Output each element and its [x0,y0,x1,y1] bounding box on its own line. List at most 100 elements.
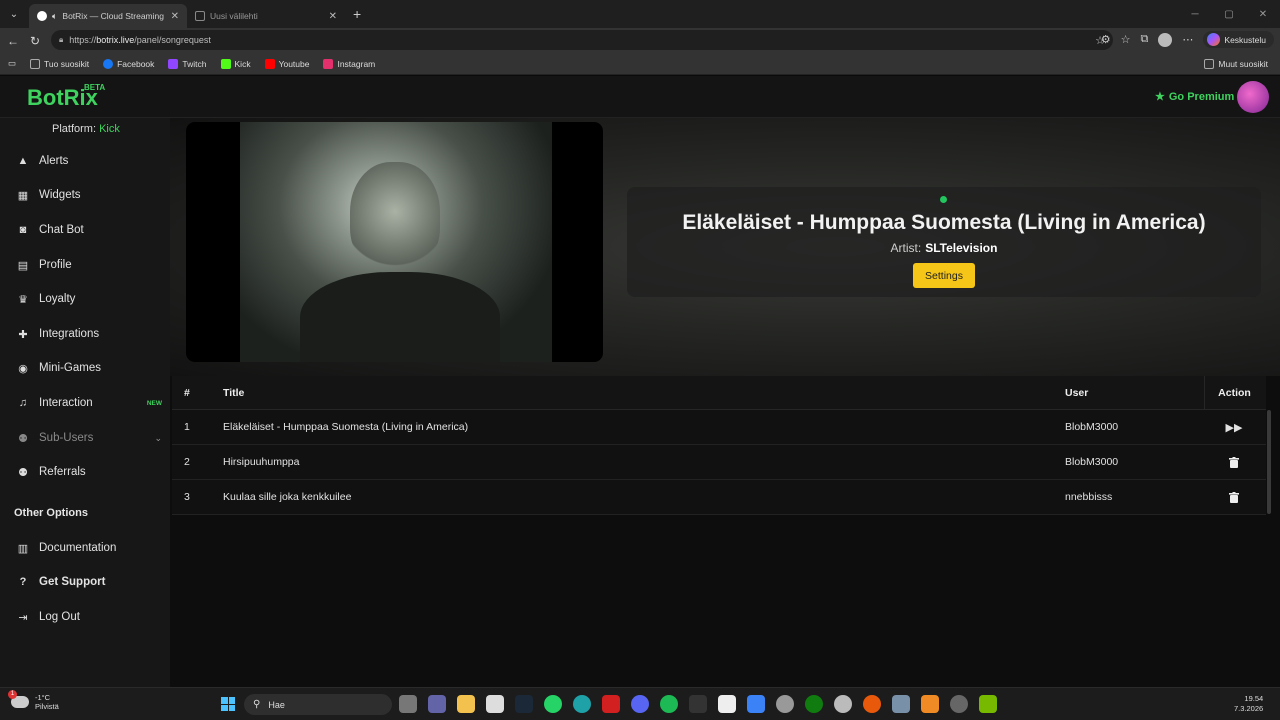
sidebar-item-chat-bot[interactable]: ◙ Chat Bot [16,220,162,240]
mail-icon[interactable] [747,695,765,713]
trash-icon[interactable] [1204,480,1264,514]
video-subject [350,162,440,272]
copilot-button[interactable]: Keskustelu [1203,31,1274,48]
sidebar-item-mini-games[interactable]: ◉ Mini-Games [16,358,162,378]
back-arrow-icon[interactable]: ← [2,34,24,48]
sidebar-item-integrations[interactable]: ✚ Integrations [16,324,162,344]
taskbar-search[interactable]: ⚲ Hae [244,694,392,715]
row-title: Eläkeläiset - Humppaa Suomesta (Living i… [223,421,469,433]
trophy-icon: ♛ [18,293,28,306]
row-user: BlobM3000 [1065,456,1119,468]
queue-scrollbar[interactable] [1267,410,1271,514]
bookmark-facebook[interactable]: Facebook [103,58,155,69]
close-tab-icon[interactable]: ✕ [329,11,337,22]
row-num: 3 [184,491,190,503]
bookmark-instagram[interactable]: Instagram [323,58,376,69]
url-bar[interactable]: 🔒︎ https://botrix.live/panel/songrequest… [51,30,1113,50]
sidebar-item-loyalty[interactable]: ♛ Loyalty [16,289,162,309]
profile-avatar-icon[interactable] [1158,32,1173,47]
favorites-icon[interactable]: ⧉ [1141,33,1149,46]
reload-icon[interactable]: ↻ [24,34,46,48]
settings-gear-icon[interactable] [776,695,794,713]
bookmark-label: Instagram [337,58,376,69]
user-avatar[interactable] [1237,81,1269,113]
sidebar-item-get-support[interactable]: ? Get Support [16,572,162,592]
platform-indicator[interactable]: Platform: Kick [52,123,120,135]
teams-icon[interactable] [428,695,446,713]
close-window-icon[interactable]: ✕ [1246,9,1280,20]
twitch-icon [168,58,179,69]
xbox-icon[interactable] [805,695,823,713]
bookmark-kick[interactable]: Kick [220,58,251,69]
app-circle-icon[interactable] [834,695,852,713]
sidebar-item-interaction[interactable]: ♫ Interaction NEW [16,393,162,413]
app-l-icon[interactable] [602,695,620,713]
start-windows-icon[interactable] [221,697,235,711]
book-icon: ▥ [17,542,29,555]
gamepad-icon: ◉ [18,362,28,375]
sidebar-item-referrals[interactable]: ⚉ Referrals [16,462,162,482]
song-queue-table: # Title User Action 1 Eläkeläiset - Hump… [172,376,1266,515]
row-user: nnebbisss [1065,491,1113,503]
more-menu-icon[interactable]: ⋯ [1182,33,1193,46]
sidebar-item-label: Log Out [39,611,80,623]
nvidia-icon[interactable] [979,695,997,713]
trash-icon[interactable] [1204,445,1264,479]
file-explorer-icon[interactable] [457,695,475,713]
sidebar-item-widgets[interactable]: ▦ Widgets [16,185,162,205]
tab-botrix[interactable]: 🔈︎ BotRix — Cloud Streaming Bo ✕ [29,4,187,28]
bookmark-youtube[interactable]: Youtube [264,58,309,69]
close-tab-icon[interactable]: ✕ [171,11,179,22]
tab-actions-chevron-icon[interactable]: ⌄ [3,4,25,24]
edge-icon[interactable] [573,695,591,713]
new-tab-plus-icon[interactable]: + [353,6,361,22]
minimize-icon[interactable]: ─ [1178,9,1212,20]
tab-new[interactable]: Uusi välilehti ✕ [187,4,345,28]
video-subject-body [300,272,500,362]
sidebar-item-sub-users[interactable]: ⚉ Sub-Users ⌄ [16,428,162,448]
sidebar-item-label: Mini-Games [39,362,101,374]
bookmark-import[interactable]: Tuo suosikit [30,58,89,69]
bookmark-label: Facebook [117,58,155,69]
botrix-app: BotRix BETA ★ Go Premium Platform: Kick ▲… [0,76,1280,687]
spotify-icon[interactable] [660,695,678,713]
system-clock[interactable]: 19.54 7.3.2026 [1234,694,1263,714]
app-orange-icon[interactable] [863,695,881,713]
other-favorites[interactable]: Muut suosikit [1204,58,1268,69]
weather-widget[interactable]: 1 -1°C Pilvistä [8,690,59,711]
table-row: 3 Kuulaa sille joka kenkkuilee nnebbisss [172,480,1266,515]
whatsapp-icon[interactable] [544,695,562,713]
maximize-icon[interactable]: ▢ [1212,9,1246,20]
settings-button[interactable]: Settings [913,263,975,288]
site-info-icon[interactable]: 🔒︎ [59,35,63,45]
extensions-icon[interactable]: ⚙ [1101,33,1111,46]
sidebar-item-log-out[interactable]: ⇥ Log Out [16,607,162,627]
video-player[interactable] [186,122,603,362]
speaker-icon[interactable]: 🔈︎ [52,11,57,22]
task-view-icon[interactable] [399,695,417,713]
facebook-icon [103,58,114,69]
artist-name: SLTelevision [925,241,998,255]
app-red-dot-icon[interactable] [950,695,968,713]
bookmarks-bar: ▭ Tuo suosikit Facebook Twitch Kick Yout… [0,53,1280,75]
steam-icon[interactable] [515,695,533,713]
sidebar-item-alerts[interactable]: ▲ Alerts [16,151,162,171]
beta-badge: BETA [84,83,106,92]
app-g-icon[interactable] [689,695,707,713]
notepad-icon[interactable] [718,695,736,713]
skip-icon[interactable]: ▶▶ [1204,410,1264,444]
app-gear-blue-icon[interactable] [892,695,910,713]
botrix-logo[interactable]: BotRix BETA [27,83,105,111]
sidebar-item-documentation[interactable]: ▥ Documentation [16,538,162,558]
sidebar-item-label: Widgets [39,189,81,201]
reading-view-icon[interactable]: ▭ [8,58,16,69]
discord-icon[interactable] [631,695,649,713]
go-premium-button[interactable]: ★ Go Premium [1155,90,1234,104]
url-scheme: https:// [69,35,97,45]
users-icon: ⚉ [18,432,28,445]
bookmark-twitch[interactable]: Twitch [168,58,207,69]
store-icon[interactable] [486,695,504,713]
vlc-icon[interactable] [921,695,939,713]
collections-icon[interactable]: ☆ [1121,33,1131,46]
sidebar-item-profile[interactable]: ▤ Profile [16,255,162,275]
